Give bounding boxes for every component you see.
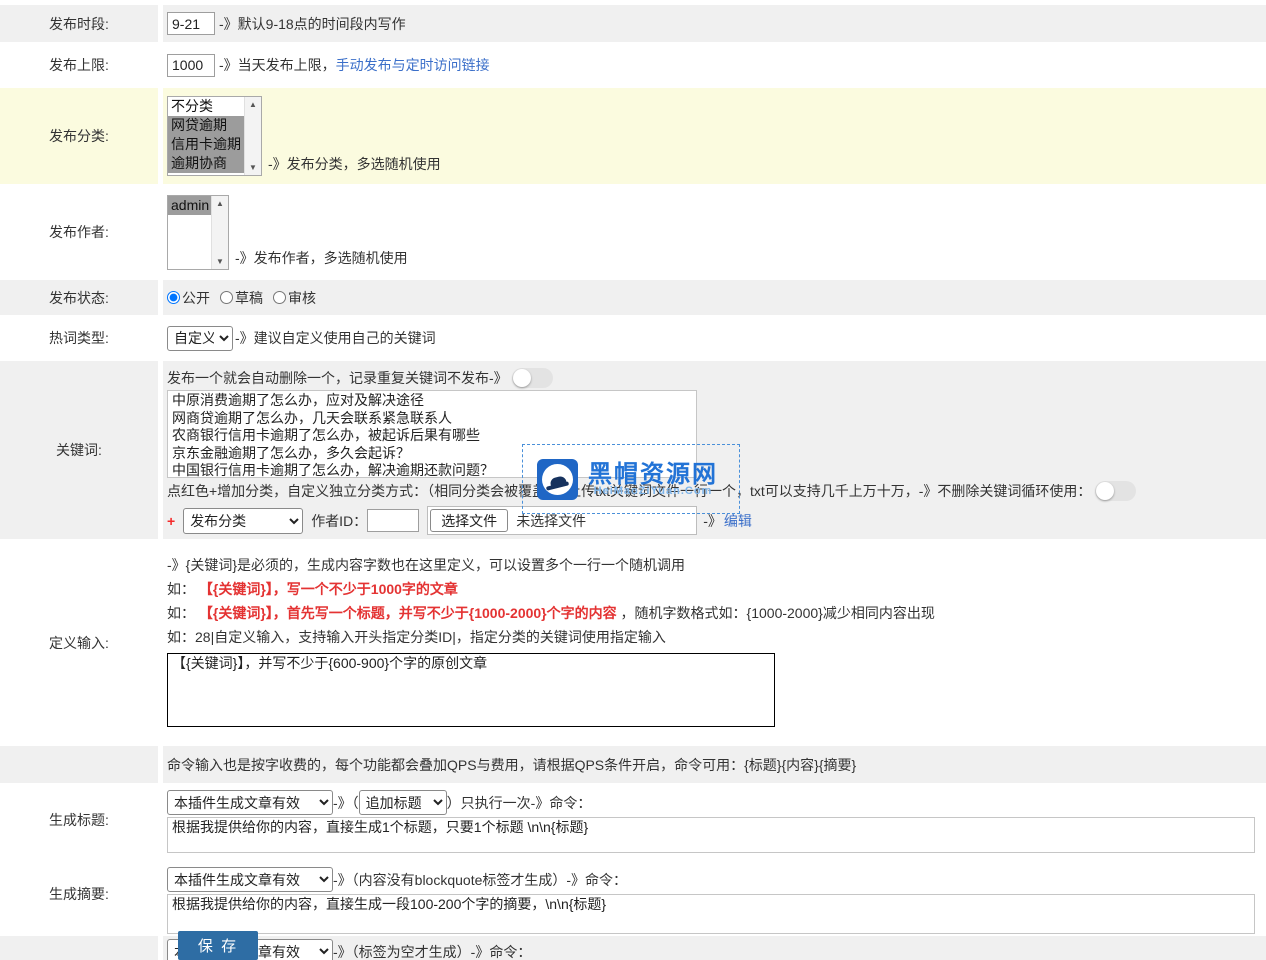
row-gen-title: 生成标题: 本插件生成文章有效 -》（ 追加标题 ）只执行一次-》命令： 根据我… xyxy=(0,787,1266,853)
author-id-label: 作者ID： xyxy=(311,511,367,531)
radio-icon[interactable] xyxy=(167,291,180,304)
gen-summary-command-textarea[interactable]: 根据我提供给你的内容，直接生成一段100-200个字的摘要，\n\n{标题} xyxy=(167,894,1255,934)
row-publish-author: 发布作者: admin ▲ ▼ -》发布作者，多选随机使用 xyxy=(0,188,1266,276)
settings-page: 发布时段: -》默认9-18点的时间段内写作 发布上限: -》当天发布上限， 手… xyxy=(0,0,1266,960)
gen-tag-mid: -》（标签为空才生成）-》命令： xyxy=(333,942,531,960)
scroll-up-icon[interactable]: ▲ xyxy=(249,100,257,109)
keywords-label: 关键词: xyxy=(0,361,163,539)
category-multiselect[interactable]: 不分类网贷逾期信用卡逾期逾期协商 ▲ ▼ xyxy=(167,96,262,176)
gen-title-label: 生成标题: xyxy=(0,787,163,853)
gen-title-mid2: ）只执行一次-》命令： xyxy=(447,793,592,813)
row-publish-time: 发布时段: -》默认9-18点的时间段内写作 xyxy=(0,5,1266,42)
define-input-line1: -》{关键词}是必须的，生成内容字数也在这里定义，可以设置多个一行一个随机调用 xyxy=(167,553,1266,577)
publish-author-hint: -》发布作者，多选随机使用 xyxy=(235,248,408,268)
hotword-type-select[interactable]: 自定义 xyxy=(167,326,233,351)
choose-file-button[interactable]: 选择文件 xyxy=(430,509,508,532)
row-publish-limit: 发布上限: -》当天发布上限， 手动发布与定时访问链接 xyxy=(0,46,1266,84)
qps-note-text: 命令输入也是按字收费的，每个功能都会叠加QPS与费用，请根据QPS条件开启，命令… xyxy=(167,755,856,775)
auto-delete-toggle[interactable] xyxy=(512,368,553,388)
hotword-type-hint: -》建议自定义使用自己的关键词 xyxy=(235,328,436,348)
empty-label xyxy=(0,746,163,783)
watermark-subtitle: HeiMaoZiYuan.Com xyxy=(588,485,718,497)
row-hotword-type: 热词类型: 自定义 -》建议自定义使用自己的关键词 xyxy=(0,319,1266,357)
author-id-input[interactable] xyxy=(367,509,419,532)
publish-limit-hint: -》当天发布上限， xyxy=(219,55,336,75)
example-suffix: ，随机字数格式如：{1000-2000}减少相同内容出现 xyxy=(621,605,935,621)
publish-time-hint: -》默认9-18点的时间段内写作 xyxy=(219,14,406,34)
multiselect-scrollbar[interactable]: ▲ ▼ xyxy=(211,196,228,269)
radio-label: 草稿 xyxy=(235,288,263,308)
example-prefix: 如： xyxy=(167,605,195,621)
gen-summary-label: 生成摘要: xyxy=(0,857,163,931)
row-qps-note: 命令输入也是按字收费的，每个功能都会叠加QPS与费用，请根据QPS条件开启，命令… xyxy=(0,746,1266,783)
heimao-logo-icon xyxy=(537,459,578,500)
scroll-up-icon[interactable]: ▲ xyxy=(216,199,224,208)
example-red-2: 【{关键词}】，首先写一个标题，并写不少于{1000-2000}个字的内容 xyxy=(199,605,617,621)
publish-limit-input[interactable] xyxy=(167,54,215,77)
watermark: 黑帽资源网 HeiMaoZiYuan.Com xyxy=(522,444,740,514)
auto-delete-toggle-text: 发布一个就会自动删除一个，记录重复关键词不发布-》 xyxy=(167,370,508,386)
row-publish-status: 发布状态: 公开 草稿 审核 xyxy=(0,280,1266,315)
gen-title-append-select[interactable]: 追加标题 xyxy=(359,790,447,815)
add-category-button[interactable]: + xyxy=(167,513,175,529)
keyword-category-select[interactable]: 发布分类 xyxy=(183,508,303,534)
row-publish-category: 发布分类: 不分类网贷逾期信用卡逾期逾期协商 ▲ ▼ -》发布分类，多选随机使用 xyxy=(0,88,1266,184)
radio-label: 公开 xyxy=(182,288,210,308)
gen-summary-mode-select[interactable]: 本插件生成文章有效 xyxy=(167,867,333,892)
gen-summary-mid: -》（内容没有blockquote标签才生成）-》命令： xyxy=(333,870,627,890)
gen-title-mode-select[interactable]: 本插件生成文章有效 xyxy=(167,790,333,815)
radio-label: 审核 xyxy=(288,288,316,308)
gen-title-command-textarea[interactable]: 根据我提供给你的内容，直接生成1个标题，只要1个标题 \n\n{标题} xyxy=(167,817,1255,853)
row-define-input: 定义输入: -》{关键词}是必须的，生成内容字数也在这里定义，可以设置多个一行一… xyxy=(0,543,1266,742)
manual-publish-link[interactable]: 手动发布与定时访问链接 xyxy=(336,55,490,75)
publish-status-label: 发布状态: xyxy=(0,280,163,315)
publish-author-label: 发布作者: xyxy=(0,188,163,276)
example-red-1: 【{关键词}】，写一个不少于1000字的文章 xyxy=(199,581,458,597)
row-gen-summary: 生成摘要: 本插件生成文章有效 -》（内容没有blockquote标签才生成）-… xyxy=(0,857,1266,931)
save-button[interactable]: 保 存 xyxy=(178,931,258,960)
radio-icon[interactable] xyxy=(220,291,233,304)
loop-keywords-toggle[interactable] xyxy=(1095,481,1136,501)
status-radio-审核[interactable]: 审核 xyxy=(273,288,316,308)
multiselect-scrollbar[interactable]: ▲ ▼ xyxy=(244,97,261,175)
author-multiselect[interactable]: admin ▲ ▼ xyxy=(167,195,229,270)
define-input-textarea[interactable]: 【{关键词}】，并写不少于{600-900}个字的原创文章 xyxy=(167,653,775,727)
option-admin[interactable]: admin xyxy=(168,196,211,215)
publish-limit-label: 发布上限: xyxy=(0,46,163,84)
option-信用卡逾期[interactable]: 信用卡逾期 xyxy=(168,135,244,154)
gen-title-mid1: -》（ xyxy=(333,793,359,813)
publish-category-label: 发布分类: xyxy=(0,88,163,184)
publish-time-input[interactable] xyxy=(167,12,215,35)
status-radio-group: 公开 草稿 审核 xyxy=(163,280,1266,315)
publish-time-label: 发布时段: xyxy=(0,5,163,42)
watermark-title: 黑帽资源网 xyxy=(588,462,718,488)
status-radio-公开[interactable]: 公开 xyxy=(167,288,210,308)
empty-label xyxy=(0,936,163,960)
define-input-line4: 如：28|自定义输入，支持输入开头指定分类ID|，指定分类的关键词使用指定输入 xyxy=(167,625,1266,649)
option-不分类[interactable]: 不分类 xyxy=(168,97,244,116)
publish-category-hint: -》发布分类，多选随机使用 xyxy=(268,154,441,174)
status-radio-草稿[interactable]: 草稿 xyxy=(220,288,263,308)
radio-icon[interactable] xyxy=(273,291,286,304)
example-prefix: 如： xyxy=(167,581,195,597)
define-input-label: 定义输入: xyxy=(0,543,163,742)
scroll-down-icon[interactable]: ▼ xyxy=(216,257,224,266)
scroll-down-icon[interactable]: ▼ xyxy=(249,163,257,172)
option-网贷逾期[interactable]: 网贷逾期 xyxy=(168,116,244,135)
hotword-type-label: 热词类型: xyxy=(0,319,163,357)
option-逾期协商[interactable]: 逾期协商 xyxy=(168,154,244,173)
